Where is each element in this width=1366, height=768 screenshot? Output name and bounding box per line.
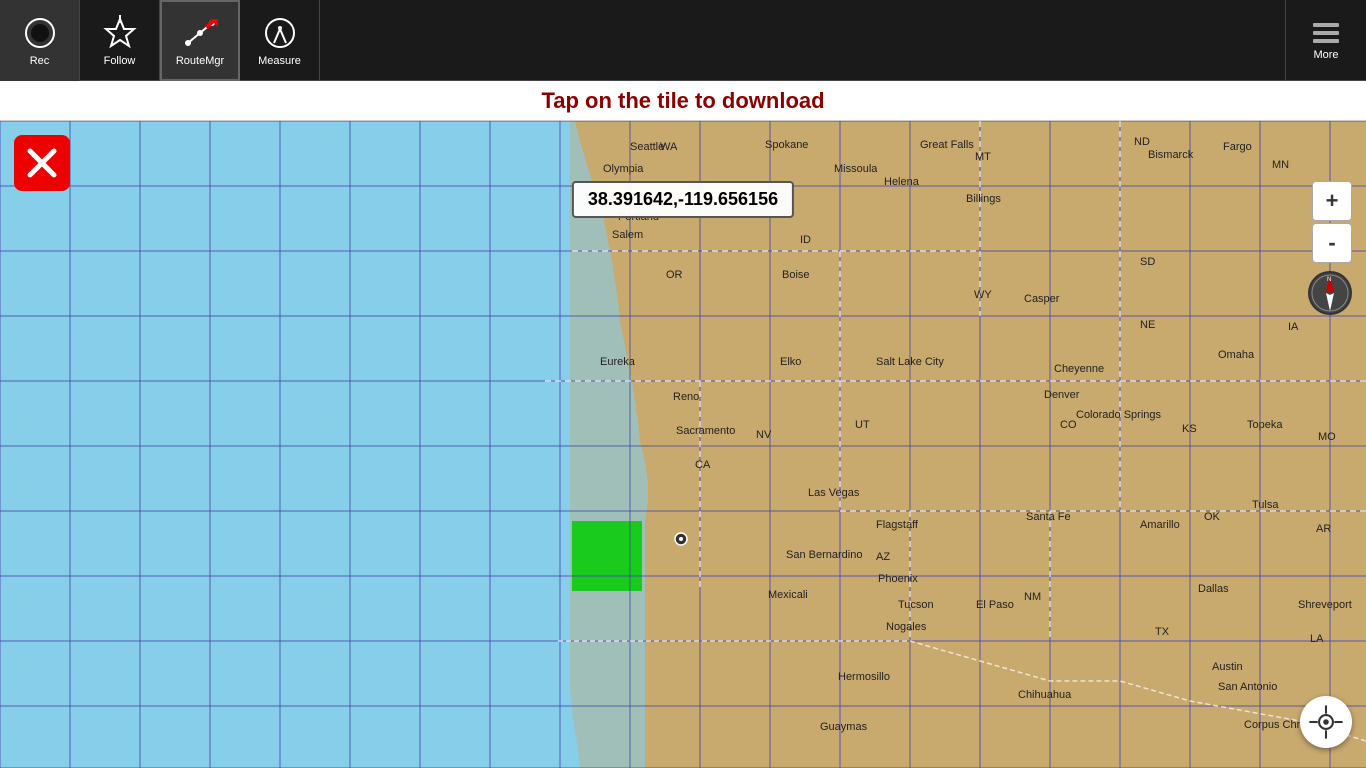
routemgr-label: RouteMgr (176, 55, 224, 67)
more-label: More (1313, 49, 1338, 61)
measure-button[interactable]: Measure (240, 0, 320, 81)
rec-icon (22, 15, 58, 51)
svg-text:N: N (1327, 277, 1331, 283)
location-button[interactable] (1300, 696, 1352, 748)
zoom-out-button[interactable]: - (1312, 223, 1352, 263)
more-button[interactable]: More (1285, 0, 1366, 81)
compass-button[interactable]: N (1308, 271, 1352, 315)
zoom-controls: + - (1312, 181, 1352, 263)
download-banner: Tap on the tile to download (0, 81, 1366, 121)
rec-button[interactable]: Rec (0, 0, 80, 81)
toolbar-spacer (320, 0, 1285, 80)
more-icon (1311, 21, 1341, 45)
toolbar: Rec Follow RouteMgr (0, 0, 1366, 81)
rec-label: Rec (30, 55, 50, 67)
measure-icon (262, 15, 298, 51)
follow-button[interactable]: Follow (80, 0, 160, 81)
location-icon (1308, 704, 1344, 740)
follow-label: Follow (104, 55, 136, 67)
measure-label: Measure (258, 55, 301, 67)
routemgr-icon (182, 15, 218, 51)
zoom-in-button[interactable]: + (1312, 181, 1352, 221)
close-button[interactable] (14, 135, 70, 191)
banner-text: Tap on the tile to download (541, 88, 824, 113)
compass-icon: N (1308, 271, 1352, 315)
map-svg (0, 121, 1366, 768)
follow-icon (102, 15, 138, 51)
map-container[interactable]: SeattleOlympiaSpokaneGreat FallsMissoula… (0, 121, 1366, 768)
close-icon (24, 145, 60, 181)
routemgr-button[interactable]: RouteMgr (160, 0, 240, 81)
